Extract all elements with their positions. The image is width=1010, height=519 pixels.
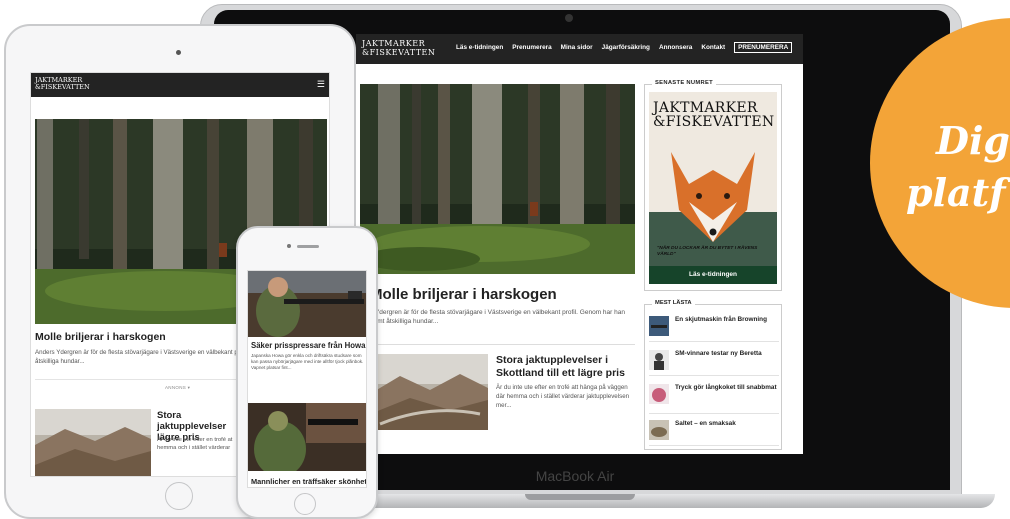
phone-article-image-mannlicher[interactable] [248, 403, 367, 471]
tablet-logo[interactable]: JAKTMARKER &FISKEVATTEN [35, 77, 90, 91]
badge-text-line2: platf [906, 170, 1006, 215]
article-excerpt-skottland: Är du inte ute efter en trofé att hänga … [496, 384, 630, 409]
tablet-navbar: JAKTMARKER &FISKEVATTEN ☰ [31, 73, 329, 97]
ad-label: ANNONS ▾ [165, 385, 191, 390]
device-mockup-scene: JAKTMARKER &FISKEVATTEN Läs e-tidningen … [0, 0, 1010, 519]
desktop-logo[interactable]: JAKTMARKER &FISKEVATTEN [362, 39, 435, 57]
macbook-camera [565, 14, 573, 22]
cover-quote: "NÄR DU LOCKAR ÄR DU BYTET I RÄVENS VÄRL… [657, 246, 758, 257]
thumb-shooter [649, 350, 669, 370]
cover-logo: JAKTMARKER &FISKEVATTEN [653, 100, 775, 130]
read-e-magazine-button[interactable]: Läs e-tidningen [649, 266, 777, 284]
iphone-speaker [297, 245, 319, 248]
badge-text-line1: Dig [936, 118, 1010, 163]
divider [370, 344, 635, 345]
tablet-article-excerpt: Är du inte ute efter en trofé at hemma o… [157, 437, 233, 451]
article-title-skottland[interactable]: Stora jaktupplevelser i Skottland till e… [496, 354, 636, 380]
macbook-notch [525, 494, 635, 500]
phone-article-image-howa[interactable] [248, 271, 367, 337]
macbook-brand-label: MacBook Air [535, 468, 615, 484]
hamburger-icon[interactable]: ☰ [317, 79, 325, 90]
article-image-skottland[interactable] [370, 354, 488, 430]
iphone-home-button [294, 493, 316, 515]
hero-title[interactable]: Molle briljerar i harskogen [370, 286, 557, 303]
phone-article-title-mannlicher[interactable]: Mannlicher en träffsäker skönhet [251, 477, 366, 486]
iphone-screen: Säker prisspressare från Howa Japanska H… [247, 270, 367, 488]
latest-issue-title: SENASTE NUMRET [652, 80, 716, 86]
most-read-item[interactable]: SM-vinnare testar ny Beretta [649, 350, 779, 376]
subscribe-button[interactable]: PRENUMERERA [734, 42, 793, 53]
iphone-camera [287, 244, 291, 248]
tablet-hero-excerpt: Anders Ydergren är för de flesta stövarj… [35, 349, 240, 365]
thumb-food [649, 384, 669, 404]
nav-item-kontakt[interactable]: Kontakt [701, 44, 725, 53]
tablet-hero-title[interactable]: Molle briljerar i harskogen [35, 331, 166, 343]
nav-item-prenumerera[interactable]: Prenumerera [512, 44, 551, 53]
most-read-title: MEST LÄSTA [652, 300, 695, 306]
magazine-cover[interactable]: JAKTMARKER &FISKEVATTEN "NÄR DU LOCKAR Ä… [649, 92, 777, 266]
nav-item-mina-sidor[interactable]: Mina sidor [561, 44, 593, 53]
nav-item-jagarforsakring[interactable]: Jägarförsäkring [602, 44, 650, 53]
ipad-home-button [165, 482, 193, 510]
desktop-menu: Läs e-tidningen Prenumerera Mina sidor J… [456, 42, 793, 53]
nav-item-annonsera[interactable]: Annonsera [659, 44, 692, 53]
tablet-article-image[interactable] [35, 409, 151, 477]
nav-item-e-tidningen[interactable]: Läs e-tidningen [456, 44, 503, 53]
hero-image[interactable] [360, 84, 635, 274]
most-read-item[interactable]: En skjutmaskin från Browning [649, 316, 779, 342]
desktop-navbar: JAKTMARKER &FISKEVATTEN Läs e-tidningen … [356, 34, 803, 64]
macbook-screen: JAKTMARKER &FISKEVATTEN Läs e-tidningen … [356, 34, 803, 454]
phone-article-excerpt-howa: Japanska Howa gör enkla och driftsäkra s… [251, 353, 364, 370]
ipad-camera [176, 50, 181, 55]
most-read-item[interactable]: Saltet – en smaksak [649, 420, 779, 446]
thumb-rifle [649, 316, 669, 336]
phone-article-title-howa[interactable]: Säker prisspressare från Howa [251, 341, 365, 350]
thumb-salt [649, 420, 669, 440]
most-read-item[interactable]: Tryck gör långkoket till snabbmat [649, 384, 779, 414]
hero-excerpt: s Ydergren är för de flesta stövarjägare… [370, 309, 625, 325]
